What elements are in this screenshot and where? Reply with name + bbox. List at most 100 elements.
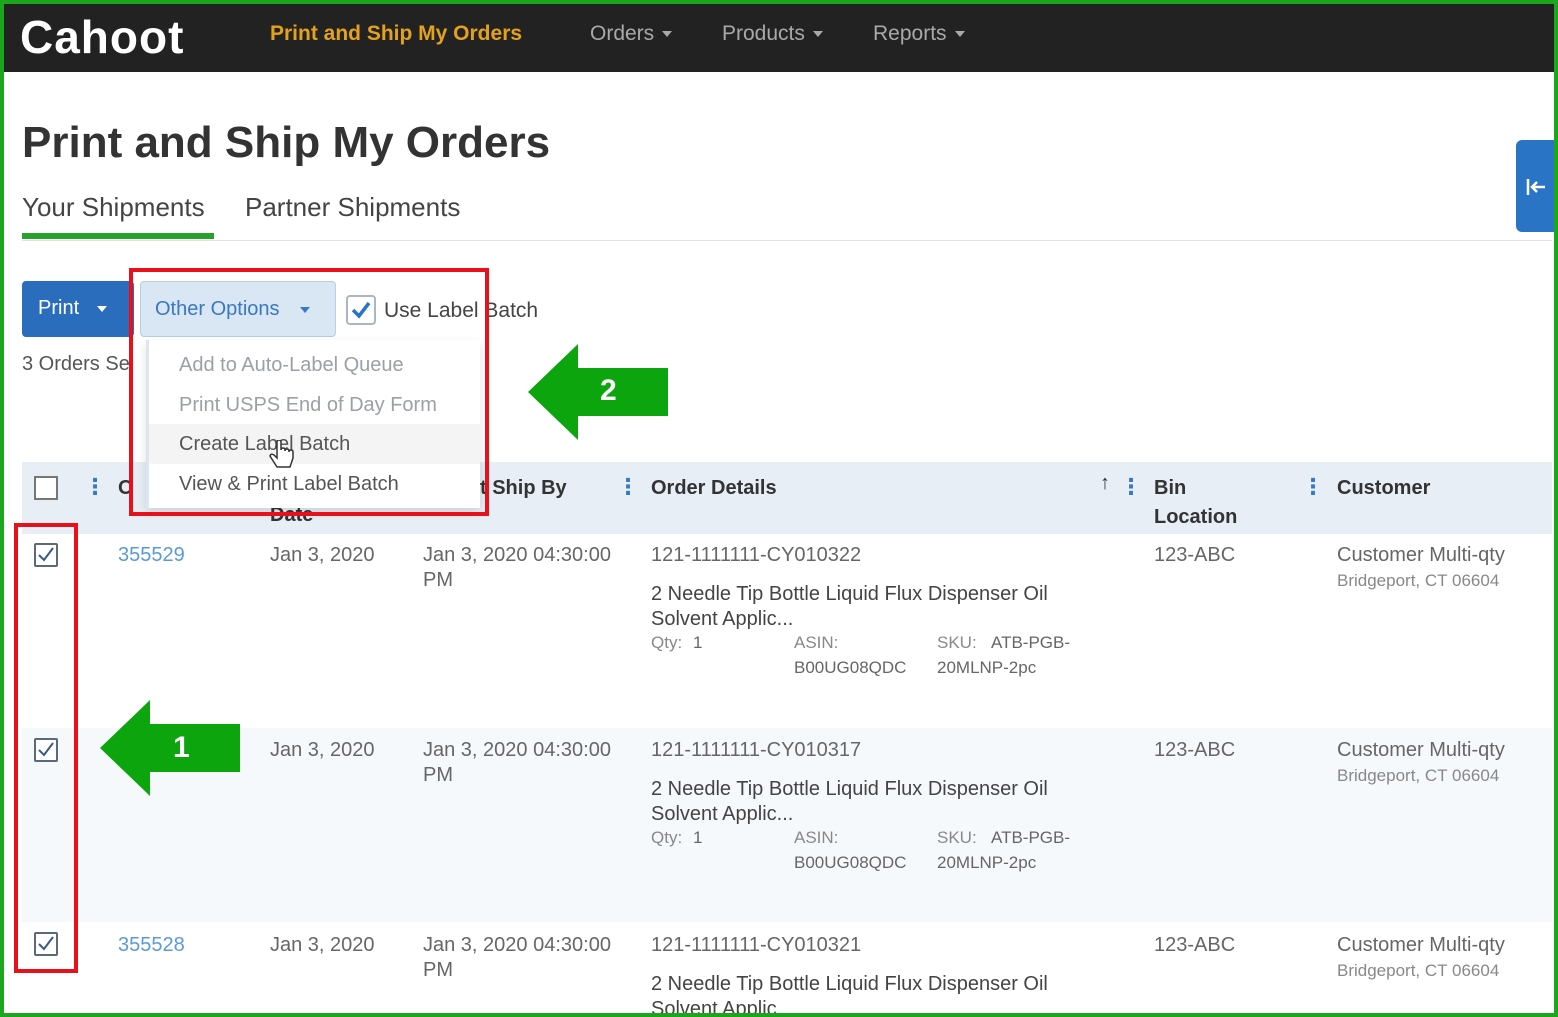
header-customer[interactable]: Customer <box>1337 477 1430 500</box>
row-checkbox[interactable] <box>34 738 58 762</box>
menu-item-create-label-batch[interactable]: Create Label Batch <box>179 433 350 456</box>
asin-label: ASIN: <box>794 633 839 652</box>
bin-location: 123-ABC <box>1154 739 1236 761</box>
print-button[interactable]: Print <box>22 281 134 337</box>
customer-city: Bridgeport, <box>1337 766 1421 785</box>
annotation-label-2: 2 <box>600 374 617 407</box>
customer-address: Bridgeport, CT 06604 <box>1337 571 1499 591</box>
other-options-label: Other Options <box>155 298 280 320</box>
customer-address: Bridgeport, CT 06604 <box>1337 961 1499 981</box>
customer-state: CT <box>1424 961 1448 980</box>
qty-value: 1 <box>693 633 703 652</box>
cahoot-logo[interactable]: Cahoot <box>20 10 184 64</box>
customer-name: Customer Multi-qty <box>1337 739 1505 761</box>
product-title[interactable]: 2 Needle Tip Bottle Liquid Flux Dispense… <box>651 778 1048 801</box>
order-id: 121-1111111-CY010321 <box>651 934 862 956</box>
header-ship-by[interactable]: t Ship By <box>480 477 567 500</box>
annotation-arrow-2 <box>528 344 668 440</box>
row-checkbox[interactable] <box>34 543 58 567</box>
menu-item-view-print-label-batch[interactable]: View & Print Label Batch <box>179 473 399 496</box>
row-checkbox[interactable] <box>34 932 58 956</box>
sort-ascending-icon[interactable]: ↑ <box>1100 472 1110 495</box>
active-tab-indicator <box>22 233 214 239</box>
order-number-link[interactable]: 355529 <box>118 544 185 567</box>
nav-print-and-ship[interactable]: Print and Ship My Orders <box>270 22 522 46</box>
customer-state: CT <box>1424 766 1448 785</box>
menu-item-print-usps-eod-form[interactable]: Print USPS End of Day Form <box>179 394 437 417</box>
chevron-down-icon <box>954 31 965 38</box>
qty-label: Qty: <box>651 828 683 847</box>
sku-value: ATB-PGB- <box>991 633 1071 652</box>
sku-value-cont: 20MLNP-2pc <box>937 658 1037 677</box>
customer-zip: 06604 <box>1452 766 1500 785</box>
customer-zip: 06604 <box>1452 571 1500 590</box>
ship-by-time-period: PM <box>423 569 453 591</box>
customer-zip: 06604 <box>1452 961 1500 980</box>
chevron-down-icon <box>299 306 310 313</box>
ship-by-time-period: PM <box>423 959 453 981</box>
other-options-dropdown: Add to Auto-Label Queue Print USPS End o… <box>146 340 480 508</box>
checkmark-icon <box>351 301 371 319</box>
order-number-link[interactable]: 355528 <box>118 934 185 957</box>
other-options-button[interactable]: Other Options <box>140 281 336 337</box>
header-bin-line2: Location <box>1154 506 1238 528</box>
product-title[interactable]: 2 Needle Tip Bottle Liquid Flux Dispense… <box>651 973 1048 996</box>
customer-address: Bridgeport, CT 06604 <box>1337 766 1499 786</box>
customer-city: Bridgeport, <box>1337 961 1421 980</box>
menu-item-add-auto-label-queue[interactable]: Add to Auto-Label Queue <box>179 354 404 377</box>
checkmark-icon <box>38 936 54 951</box>
header-order[interactable]: O <box>118 477 134 500</box>
header-bin-line1: Bin <box>1154 477 1187 499</box>
asin-label: ASIN: <box>794 828 839 847</box>
column-menu-icon[interactable]: ⋮ <box>1302 474 1324 500</box>
ship-by-time-period: PM <box>423 764 453 786</box>
product-title-cont: Solvent Applic <box>651 998 777 1017</box>
page-title: Print and Ship My Orders <box>22 118 551 167</box>
tab-your-shipments[interactable]: Your Shipments <box>22 192 205 223</box>
qty-label: Qty: <box>651 633 683 652</box>
bin-location: 123-ABC <box>1154 934 1236 956</box>
sku-label: SKU: <box>937 828 977 847</box>
use-label-batch-checkbox[interactable] <box>346 295 376 325</box>
sku-label: SKU: <box>937 633 977 652</box>
chevron-down-icon <box>97 305 108 312</box>
product-title[interactable]: 2 Needle Tip Bottle Liquid Flux Dispense… <box>651 583 1048 606</box>
header-order-details[interactable]: Order Details <box>651 477 777 500</box>
header-bin-location[interactable]: Bin Location <box>1154 477 1237 534</box>
print-button-label: Print <box>38 297 80 319</box>
customer-state: CT <box>1424 571 1448 590</box>
nav-reports-menu[interactable]: Reports <box>873 22 965 46</box>
nav-products-menu[interactable]: Products <box>722 22 823 46</box>
ship-by-date: Jan 3, 2020 04:30:00 <box>423 544 611 566</box>
column-menu-icon[interactable]: ⋮ <box>1120 474 1142 500</box>
use-label-batch-label: Use Label Batch <box>384 299 539 322</box>
tab-partner-shipments[interactable]: Partner Shipments <box>245 192 460 223</box>
checkmark-icon <box>38 742 54 757</box>
column-menu-icon[interactable]: ⋮ <box>84 474 106 500</box>
nav-orders-menu[interactable]: Orders <box>590 22 673 46</box>
sku-value: ATB-PGB- <box>991 828 1071 847</box>
chevron-down-icon <box>812 31 823 38</box>
nav-products-label: Products <box>722 22 805 45</box>
nav-reports-label: Reports <box>873 22 947 45</box>
customer-city: Bridgeport, <box>1337 571 1421 590</box>
ship-by-date: Jan 3, 2020 04:30:00 <box>423 739 611 761</box>
chevron-down-icon <box>662 31 673 38</box>
qty-value: 1 <box>693 828 703 847</box>
annotation-label-1: 1 <box>173 731 190 764</box>
collapse-left-icon <box>1526 178 1545 195</box>
column-menu-icon[interactable]: ⋮ <box>617 474 639 500</box>
order-id: 121-1111111-CY010322 <box>651 544 862 566</box>
order-date: Jan 3, 2020 <box>270 739 375 761</box>
checkmark-icon <box>38 547 54 562</box>
customer-name: Customer Multi-qty <box>1337 544 1505 566</box>
select-all-checkbox[interactable] <box>34 476 58 500</box>
sku-value-cont: 20MLNP-2pc <box>937 853 1037 872</box>
product-title-cont: Solvent Applic... <box>651 608 794 630</box>
collapse-panel-button[interactable] <box>1516 140 1556 232</box>
order-id: 121-1111111-CY010317 <box>651 739 862 761</box>
annotation-arrow-1 <box>100 700 240 796</box>
customer-name: Customer Multi-qty <box>1337 934 1505 956</box>
order-date: Jan 3, 2020 <box>270 934 375 956</box>
orders-selected-count: 3 Orders Se <box>22 353 130 375</box>
